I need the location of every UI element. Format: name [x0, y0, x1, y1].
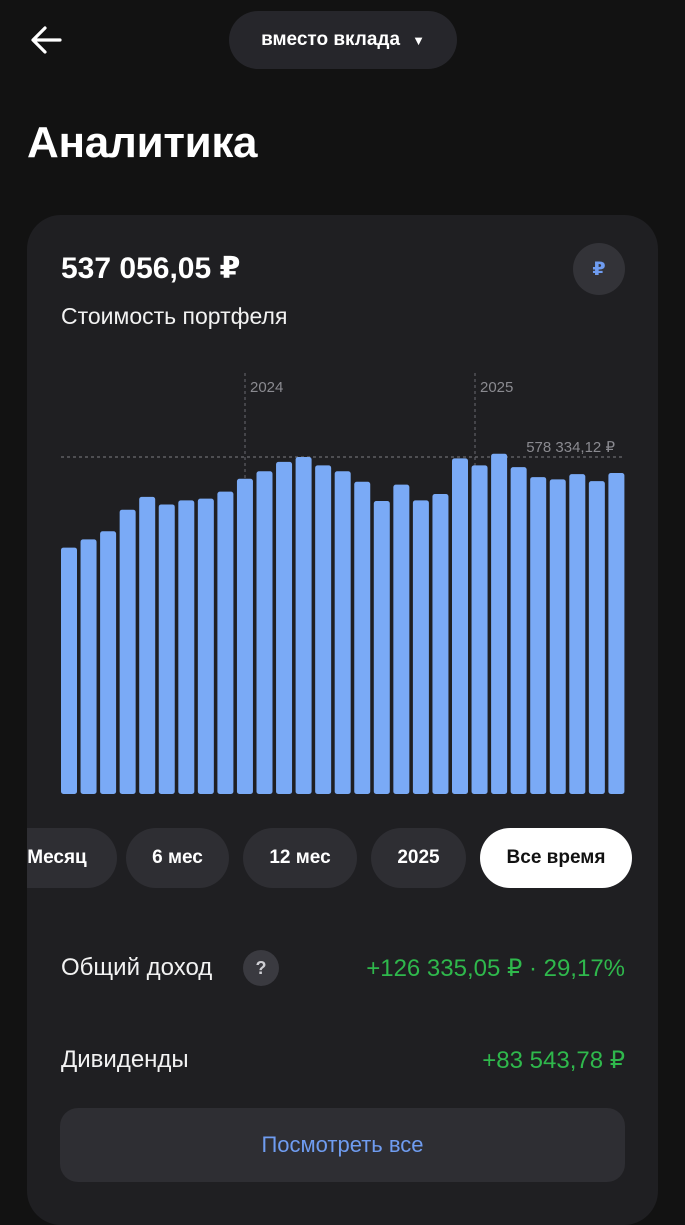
chart-bar[interactable] [315, 465, 332, 794]
chart-bar[interactable] [80, 539, 97, 794]
chart-bar[interactable] [197, 498, 214, 794]
period-chip-label: Все время [506, 847, 606, 868]
chart-bar[interactable] [158, 504, 175, 794]
dividends-label: Дивиденды [61, 1046, 189, 1073]
period-chip-2025[interactable]: 2025 [371, 828, 466, 888]
see-all-button[interactable]: Посмотреть все [60, 1108, 625, 1182]
help-icon-glyph: ? [255, 957, 267, 978]
chart-bar[interactable] [530, 477, 547, 794]
period-chip-6-months[interactable]: 6 мес [126, 828, 229, 888]
see-all-label: Посмотреть все [261, 1132, 424, 1157]
chart-bar[interactable] [608, 472, 625, 794]
total-income-value: +126 335,05 ₽ · 29,17% [366, 955, 625, 982]
currency-toggle-button[interactable]: ₽ [573, 243, 625, 295]
chart-bar[interactable] [178, 500, 195, 794]
portfolio-value-caption: Стоимость портфеля [61, 303, 288, 329]
year-marker-label: 2025 [480, 379, 513, 396]
chart-bar[interactable] [236, 478, 253, 794]
period-chip-label: 2025 [397, 847, 440, 868]
period-chip-12-months[interactable]: 12 мес [243, 828, 357, 888]
chart-bar[interactable] [549, 479, 566, 794]
chart-bar[interactable] [373, 500, 390, 794]
help-icon[interactable]: ? [243, 950, 279, 986]
period-chip-all-time[interactable]: Все время [480, 828, 632, 888]
chart-bar[interactable] [139, 496, 156, 794]
chart-bar[interactable] [393, 484, 410, 794]
chart-bar[interactable] [217, 491, 234, 794]
chart-bar[interactable] [412, 500, 429, 794]
chart-bar[interactable] [491, 453, 508, 794]
dividends-value: +83 543,78 ₽ [482, 1047, 625, 1074]
back-button[interactable] [26, 20, 70, 60]
chart-bar[interactable] [334, 471, 351, 794]
chart-bar[interactable] [256, 471, 273, 794]
total-income-label: Общий доход [61, 954, 213, 981]
period-chip-month[interactable]: Месяц [27, 828, 117, 888]
chart-bar[interactable] [432, 493, 449, 794]
year-marker-label: 2024 [250, 379, 283, 396]
chart-bar[interactable] [119, 509, 136, 794]
chart-bar[interactable] [276, 461, 293, 794]
chart-bar[interactable] [569, 474, 586, 794]
max-value-label: 578 334,12 ₽ [526, 439, 615, 456]
period-chip-label: 6 мес [152, 847, 203, 868]
page-title: Аналитика [27, 118, 258, 167]
arrow-left-icon [31, 26, 62, 54]
period-selector: Месяц 6 мес 12 мес 2025 Все время [27, 828, 658, 888]
chart-bar[interactable] [510, 467, 527, 794]
caret-down-icon: ▼ [412, 32, 425, 48]
portfolio-selector[interactable]: вместо вклада ▼ [229, 11, 457, 69]
period-chip-label: Месяц [27, 847, 87, 868]
portfolio-selector-label: вместо вклада [261, 29, 401, 50]
ruble-icon: ₽ [592, 258, 606, 280]
chart-bar[interactable] [100, 531, 117, 794]
portfolio-value: 537 056,05 ₽ [61, 252, 241, 285]
chart-bar[interactable] [354, 481, 371, 794]
chart-bar[interactable] [452, 458, 468, 794]
top-bar: вместо вклада ▼ [0, 0, 685, 82]
period-chip-label: 12 мес [269, 847, 331, 868]
portfolio-card: 537 056,05 ₽ Стоимость портфеля ₽ 2024 20… [27, 215, 658, 1225]
chart-bar[interactable] [61, 547, 77, 794]
chart-bar[interactable] [295, 457, 312, 794]
portfolio-value-chart[interactable]: 2024 2025 578 334,12 ₽ [27, 355, 658, 795]
chart-bar[interactable] [588, 481, 605, 794]
chart-bar[interactable] [471, 465, 488, 794]
